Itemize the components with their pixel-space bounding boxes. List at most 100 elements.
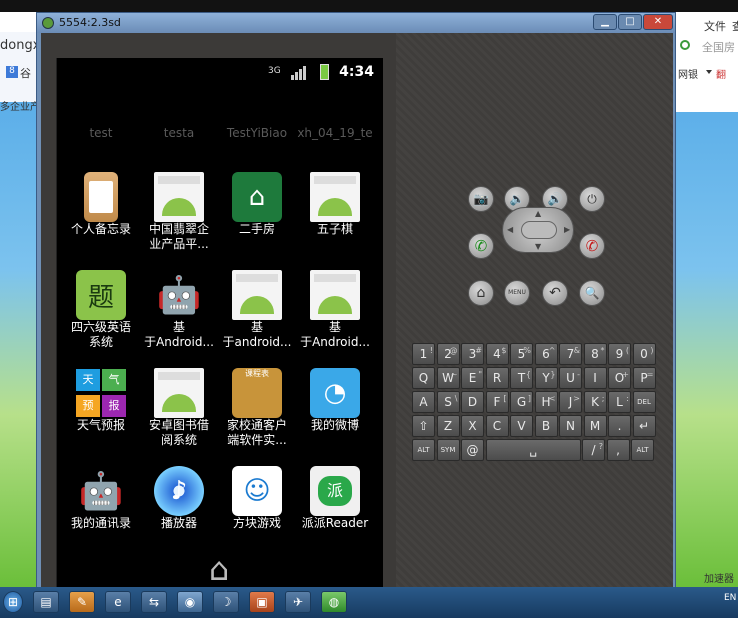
key-.[interactable]: .	[608, 415, 631, 437]
key-space[interactable]: ␣	[485, 439, 581, 461]
phone-screen[interactable]: 3G 4:34 test testa TestYiBiao xh_04_19_t…	[56, 58, 383, 599]
key-p[interactable]: P =	[632, 367, 656, 389]
dpad-right-icon[interactable]: ▶	[564, 225, 570, 234]
end-call-button[interactable]: ✆	[579, 233, 605, 259]
key-n[interactable]: N	[559, 415, 582, 437]
app-8[interactable]: 天气预报天气预报	[60, 368, 142, 433]
key-0[interactable]: 0)	[632, 343, 656, 365]
launcher-home-icon[interactable]: ⌂	[197, 550, 241, 590]
key-2[interactable]: 2 @	[436, 343, 460, 365]
key-h[interactable]: H <	[534, 391, 558, 413]
key-w[interactable]: W ~	[436, 367, 460, 389]
app-12[interactable]: 🤖 我的通讯录	[60, 466, 142, 531]
key-u[interactable]: U-	[559, 367, 582, 389]
key-sym[interactable]: SYM	[436, 439, 460, 461]
key-6[interactable]: 6 ^	[534, 343, 558, 365]
launcher-tab-testa[interactable]: testa	[139, 126, 219, 140]
app-taskbar-icon-1[interactable]: ✎	[69, 591, 95, 613]
dpad[interactable]: ▲ ▼ ◀ ▶	[502, 207, 574, 253]
key-s[interactable]: S \	[436, 391, 460, 413]
key-del[interactable]: DEL	[632, 391, 656, 413]
explorer-taskbar-icon[interactable]: ▤	[33, 591, 59, 613]
app-taskbar-icon-2[interactable]: ⇆	[141, 591, 167, 613]
key-⇧[interactable]: ⇧	[412, 415, 435, 437]
app-5[interactable]: 🤖 基于Android...	[138, 270, 220, 350]
start-button[interactable]: ⊞	[3, 591, 23, 613]
home-button[interactable]: ⌂	[468, 280, 494, 306]
view-menu[interactable]: 查	[732, 18, 738, 34]
app-15[interactable]: 派派派Reader	[294, 466, 376, 531]
app-taskbar-icon-3[interactable]: ☽	[213, 591, 239, 613]
key-alt[interactable]: ALT	[631, 439, 654, 461]
key-/[interactable]: /?	[582, 439, 605, 461]
key-8[interactable]: 8 *	[583, 343, 607, 365]
camera-button[interactable]: 📷	[468, 186, 494, 212]
key-7[interactable]: 7 &	[559, 343, 582, 365]
app-6[interactable]: 基于android...	[216, 270, 298, 350]
key-3[interactable]: 3 #	[461, 343, 484, 365]
search-button[interactable]: 🔍	[579, 280, 605, 306]
app-4[interactable]: 题四六级英语 系统	[60, 270, 142, 350]
key-t[interactable]: T{	[510, 367, 533, 389]
key-c[interactable]: C	[485, 415, 509, 437]
app-0[interactable]: 个人备忘录	[60, 172, 142, 237]
app-1[interactable]: 中国翡翠企 业产品平...	[138, 172, 220, 252]
key-alt[interactable]: ALT	[412, 439, 435, 461]
app-13[interactable]: ♪ 播放器	[138, 466, 220, 531]
dropdown-icon[interactable]	[706, 70, 712, 74]
key-9[interactable]: 9(	[608, 343, 631, 365]
key-q[interactable]: Q	[412, 367, 435, 389]
dpad-center-button[interactable]	[521, 221, 557, 239]
key-d[interactable]: D	[461, 391, 484, 413]
translate-tab[interactable]: 翻	[716, 66, 726, 81]
dpad-up-icon[interactable]: ▲	[535, 209, 541, 218]
app-taskbar-icon-5[interactable]: ✈	[285, 591, 311, 613]
app-9[interactable]: 安卓图书借 阅系统	[138, 368, 220, 448]
key-m[interactable]: M	[583, 415, 607, 437]
key-4[interactable]: 4 $	[485, 343, 509, 365]
key-r[interactable]: R	[485, 367, 509, 389]
launcher-tab-xh[interactable]: xh_04_19_te	[295, 126, 375, 140]
key-↵[interactable]: ↵	[632, 415, 656, 437]
key-f[interactable]: F[	[485, 391, 509, 413]
key-g[interactable]: G]	[510, 391, 533, 413]
dpad-down-icon[interactable]: ▼	[535, 242, 541, 251]
search-box[interactable]: 全国房	[702, 39, 735, 55]
app-2[interactable]: ⌂ 二手房	[216, 172, 298, 237]
back-button[interactable]: ↶	[542, 280, 568, 306]
close-button[interactable]: ✕	[643, 14, 673, 30]
key-k[interactable]: K;	[583, 391, 607, 413]
minimize-button[interactable]: ▁	[593, 14, 617, 30]
bank-tab[interactable]: 网银	[678, 66, 698, 81]
key-z[interactable]: Z	[436, 415, 460, 437]
maximize-button[interactable]: □	[618, 14, 642, 30]
search-engine-icon[interactable]	[680, 40, 690, 50]
dpad-left-icon[interactable]: ◀	[507, 225, 513, 234]
key-i[interactable]: I	[583, 367, 607, 389]
app-10[interactable]: 课程表 家校通客户 端软件实...	[216, 368, 298, 448]
key-o[interactable]: O +	[608, 367, 631, 389]
ie-taskbar-icon[interactable]: e	[105, 591, 131, 613]
app-3[interactable]: 五子棋	[294, 172, 376, 237]
bookmark-icon[interactable]: 8	[6, 66, 18, 78]
key-j[interactable]: J >	[559, 391, 582, 413]
key-a[interactable]: A	[412, 391, 435, 413]
app-7[interactable]: 基于Android...	[294, 270, 376, 350]
language-indicator[interactable]: EN	[724, 593, 736, 603]
emulator-taskbar-icon[interactable]: ◉	[177, 591, 203, 613]
file-menu[interactable]: 文件	[704, 18, 726, 34]
key-5[interactable]: 5%	[510, 343, 533, 365]
launcher-tab-test[interactable]: test	[61, 126, 141, 140]
key-,[interactable]: ,	[606, 439, 630, 461]
key-v[interactable]: V	[510, 415, 533, 437]
key-y[interactable]: Y}	[534, 367, 558, 389]
app-taskbar-icon-6[interactable]: ◍	[321, 591, 347, 613]
key-@[interactable]: @	[461, 439, 484, 461]
key-1[interactable]: 1!	[412, 343, 435, 365]
app-taskbar-icon-4[interactable]: ▣	[249, 591, 275, 613]
menu-button[interactable]: MENU	[504, 280, 530, 306]
launcher-tab-testyibiao[interactable]: TestYiBiao	[217, 126, 297, 140]
key-e[interactable]: E "	[461, 367, 484, 389]
key-l[interactable]: L:	[608, 391, 631, 413]
app-11[interactable]: ◔ 我的微博	[294, 368, 376, 433]
